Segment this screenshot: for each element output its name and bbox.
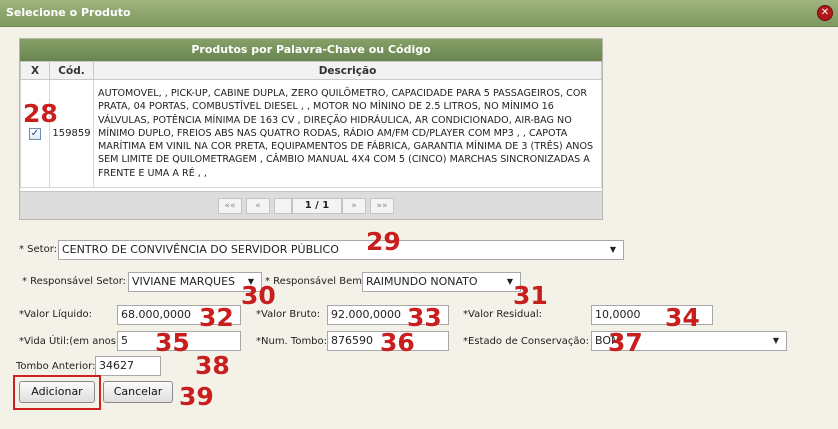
products-table: X Cód. Descrição ✓ 159859 AUTOMOVEL, , P… — [20, 61, 602, 188]
window-title: Selecione o Produto — [6, 6, 131, 19]
marker-29: 29 — [366, 227, 401, 256]
marker-31: 31 — [513, 281, 548, 310]
description-cell: AUTOMOVEL, , PICK-UP, CABINE DUPLA, ZERO… — [93, 79, 602, 188]
prev-page-button[interactable]: « — [246, 198, 270, 214]
valor-liquido-label: *Valor Líquido: — [19, 309, 93, 320]
table-row[interactable]: ✓ 159859 AUTOMOVEL, , PICK-UP, CABINE DU… — [20, 79, 602, 188]
marker-39: 39 — [179, 382, 214, 411]
marker-36: 36 — [380, 328, 415, 357]
page-info: 1 / 1 — [292, 198, 342, 214]
responsavel-bem-select[interactable]: RAIMUNDO NONATO ▼ — [362, 272, 521, 292]
setor-value: CENTRO DE CONVIVÊNCIA DO SERVIDOR PÚBLIC… — [62, 243, 339, 256]
marker-30: 30 — [241, 281, 276, 310]
tombo-anterior-label: Tombo Anterior: — [16, 361, 96, 372]
column-header-x: X — [20, 61, 50, 80]
marker-33: 33 — [407, 303, 442, 332]
setor-select[interactable]: CENTRO DE CONVIVÊNCIA DO SERVIDOR PÚBLIC… — [58, 240, 624, 260]
table-header-row: X Cód. Descrição — [20, 61, 602, 80]
first-page-button[interactable]: «« — [218, 198, 242, 214]
vida-util-label: *Vida Útil:(em anos) — [19, 336, 120, 347]
chevron-down-icon: ▼ — [609, 245, 617, 254]
valor-residual-label: *Valor Residual: — [463, 309, 542, 320]
code-cell: 159859 — [49, 79, 94, 188]
responsavel-setor-label: * Responsável Setor: — [22, 276, 127, 287]
grid-header: Produtos por Palavra-Chave ou Código — [20, 39, 602, 61]
marker-32: 32 — [199, 303, 234, 332]
last-page-button[interactable]: »» — [370, 198, 394, 214]
add-button[interactable]: Adicionar — [19, 381, 95, 403]
title-bar: Selecione o Produto ✕ — [0, 0, 838, 27]
close-icon[interactable]: ✕ — [817, 5, 833, 21]
responsavel-bem-value: RAIMUNDO NONATO — [366, 275, 478, 288]
marker-28: 28 — [23, 99, 58, 128]
responsavel-setor-value: VIVIANE MARQUES — [132, 275, 236, 288]
marker-35: 35 — [155, 328, 190, 357]
marker-38: 38 — [195, 351, 230, 380]
valor-bruto-label: *Valor Bruto: — [256, 309, 321, 320]
marker-37: 37 — [608, 328, 643, 357]
cancel-button[interactable]: Cancelar — [103, 381, 173, 403]
chevron-down-icon: ▼ — [772, 336, 780, 345]
select-cell[interactable]: ✓ — [20, 79, 50, 188]
estado-label: *Estado de Conservação: — [463, 336, 589, 347]
pager-spacer — [274, 198, 292, 214]
select-checkbox[interactable]: ✓ — [29, 127, 41, 140]
marker-34: 34 — [665, 303, 700, 332]
tombo-anterior-input[interactable]: 34627 — [95, 356, 161, 376]
products-grid: Produtos por Palavra-Chave ou Código X C… — [19, 38, 603, 220]
next-page-button[interactable]: » — [342, 198, 366, 214]
responsavel-bem-label: * Responsável Bem — [265, 276, 362, 287]
dialog-body: Produtos por Palavra-Chave ou Código X C… — [0, 27, 838, 429]
setor-label: * Setor: — [19, 244, 58, 255]
column-header-description: Descrição — [93, 61, 602, 80]
num-tombo-label: *Num. Tombo: — [256, 336, 328, 347]
column-header-code: Cód. — [49, 61, 94, 80]
pager: «« « 1 / 1 » »» — [20, 191, 602, 219]
